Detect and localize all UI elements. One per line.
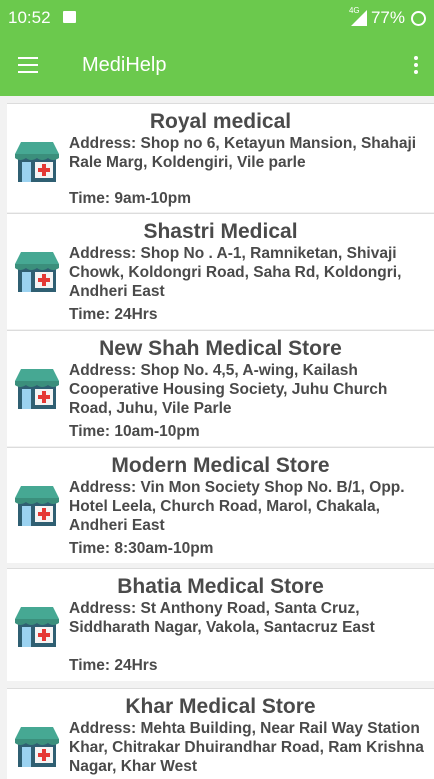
battery-icon xyxy=(411,10,426,26)
store-address: Address: Vin Mon Society Shop No. B/1, O… xyxy=(69,479,405,534)
menu-icon[interactable] xyxy=(18,57,38,73)
medical-store-icon xyxy=(15,607,59,647)
signal-icon: 4G xyxy=(349,6,367,26)
medical-store-icon xyxy=(15,486,59,526)
medical-store-icon xyxy=(15,252,59,292)
store-address: Address: Mehta Building, Near Rail Way S… xyxy=(69,720,424,775)
store-address: Address: Shop No. 4,5, A-wing, Kailash C… xyxy=(69,362,388,417)
store-card[interactable]: New Shah Medical Store Address: Shop No.… xyxy=(7,330,434,446)
medical-store-icon xyxy=(15,369,59,409)
store-name: Khar Medical Store xyxy=(125,695,316,718)
store-time: Time: 9am-10pm xyxy=(69,190,192,207)
store-time: Time: 24Hrs xyxy=(69,306,158,323)
store-name: Modern Medical Store xyxy=(111,454,330,477)
status-time: 10:52 xyxy=(8,8,51,27)
store-name: New Shah Medical Store xyxy=(99,337,342,360)
store-name: Shastri Medical xyxy=(143,220,298,243)
network-type: 4G xyxy=(348,6,360,15)
store-card[interactable]: Royal medical Address: Shop no 6, Ketayu… xyxy=(7,103,434,212)
store-address: Address: Shop No . A-1, Ramniketan, Shiv… xyxy=(69,245,402,300)
more-vert-icon[interactable] xyxy=(414,56,418,77)
app-title: MediHelp xyxy=(82,54,167,76)
image-notification-icon xyxy=(63,11,76,23)
store-time: Time: 24Hrs xyxy=(69,657,158,674)
store-card[interactable]: Modern Medical Store Address: Vin Mon So… xyxy=(7,447,434,563)
battery-percent: 77% xyxy=(370,8,405,27)
status-right: 4G 77% xyxy=(349,6,426,28)
store-name: Royal medical xyxy=(149,110,292,133)
medical-store-icon xyxy=(15,727,59,767)
store-name: Bhatia Medical Store xyxy=(117,575,324,598)
store-address: Address: St Anthony Road, Santa Cruz, Si… xyxy=(69,600,375,636)
store-card[interactable]: Khar Medical Store Address: Mehta Buildi… xyxy=(7,688,434,779)
medical-store-icon xyxy=(15,142,59,182)
store-address: Address: Shop no 6, Ketayun Mansion, Sha… xyxy=(69,135,417,171)
store-card[interactable]: Bhatia Medical Store Address: St Anthony… xyxy=(7,568,434,681)
status-bar: 10:52 4G 77% xyxy=(0,0,434,34)
store-time: Time: 10am-10pm xyxy=(69,423,200,440)
app-bar: MediHelp xyxy=(0,34,434,96)
store-card[interactable]: Shastri Medical Address: Shop No . A-1, … xyxy=(7,213,434,329)
store-time: Time: 8:30am-10pm xyxy=(69,540,214,557)
